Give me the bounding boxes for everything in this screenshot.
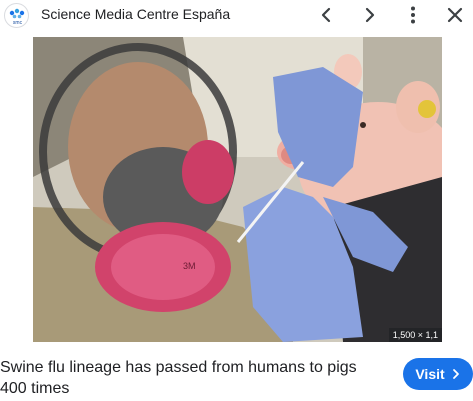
visit-button[interactable]: Visit: [403, 358, 473, 390]
smc-logo-icon: smc: [9, 8, 25, 26]
swine-research-photo: 3M: [33, 37, 442, 342]
viewer-header: smc Science Media Centre España: [0, 0, 473, 30]
chevron-left-icon: [321, 7, 331, 23]
chevron-right-icon: [365, 7, 375, 23]
favicon-text: smc: [13, 20, 23, 26]
more-vert-icon: [411, 6, 415, 24]
site-name[interactable]: Science Media Centre España: [41, 6, 230, 22]
image-title[interactable]: Swine flu lineage has passed from humans…: [0, 357, 380, 399]
svg-text:3M: 3M: [183, 261, 196, 271]
close-icon: [447, 7, 463, 23]
preview-image[interactable]: 3M 1,500 × 1,1: [33, 37, 442, 342]
close-button[interactable]: [443, 3, 467, 27]
image-dimensions-badge: 1,500 × 1,1: [388, 328, 442, 342]
more-options-button[interactable]: [401, 3, 425, 27]
chevron-right-icon: [452, 369, 459, 379]
visit-button-label: Visit: [415, 366, 445, 382]
site-favicon: smc: [4, 3, 29, 28]
previous-button[interactable]: [314, 3, 338, 27]
next-button[interactable]: [358, 3, 382, 27]
